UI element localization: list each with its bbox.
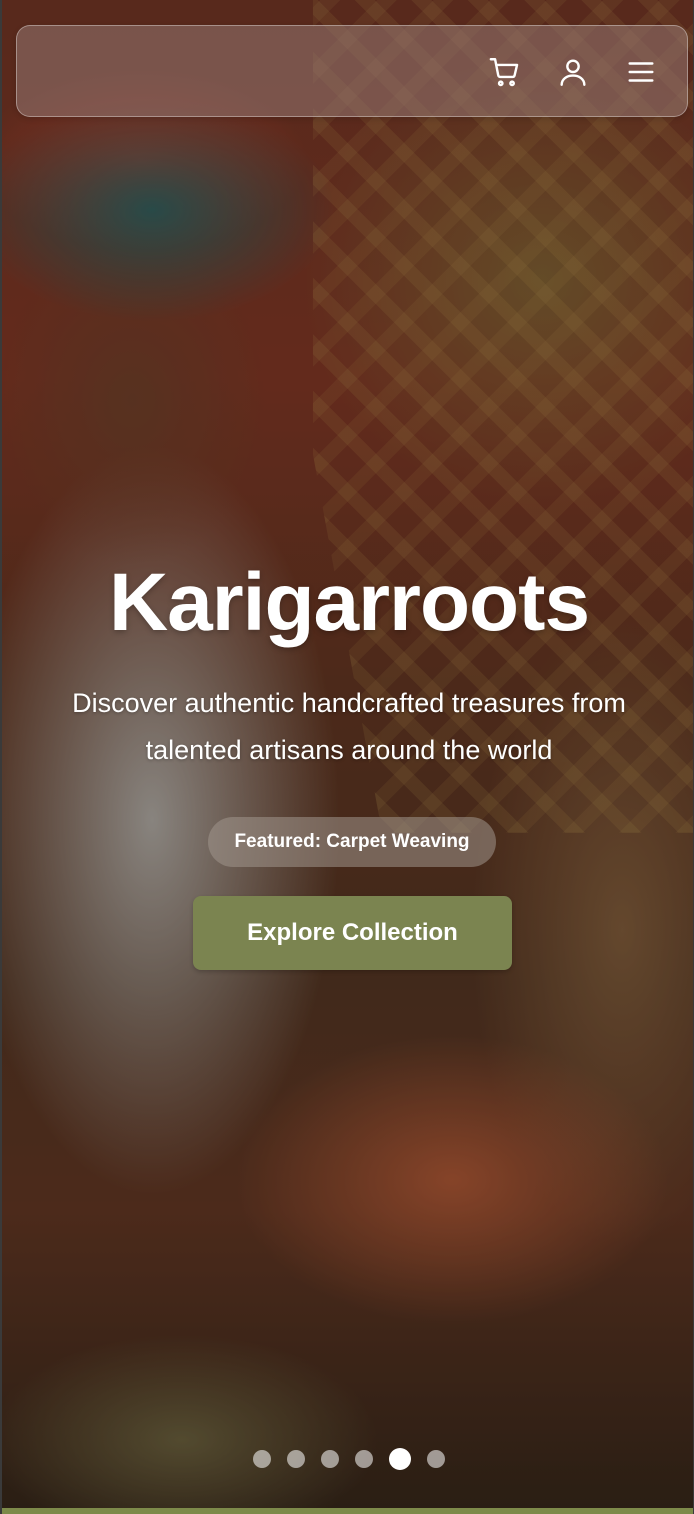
bottom-accent-line: [2, 1508, 693, 1514]
hero-section: Karigarroots Discover authentic handcraf…: [0, 0, 694, 1514]
user-icon: [560, 59, 586, 86]
hero-subtitle: Discover authentic handcrafted treasures…: [72, 688, 626, 765]
featured-badge: Featured: Carpet Weaving: [208, 817, 496, 867]
account-button[interactable]: [551, 54, 595, 90]
carousel-dot[interactable]: [427, 1450, 445, 1468]
menu-icon: [628, 62, 654, 82]
cart-icon: [489, 58, 519, 87]
carousel-indicators: [2, 1448, 693, 1470]
cart-button[interactable]: [483, 54, 527, 90]
explore-collection-button[interactable]: Explore Collection: [193, 896, 512, 970]
carousel-dot[interactable]: [355, 1450, 373, 1468]
carousel-dot[interactable]: [287, 1450, 305, 1468]
carousel-dot[interactable]: [321, 1450, 339, 1468]
carousel-dot[interactable]: [389, 1448, 411, 1470]
hero-title: Karigarroots: [108, 557, 590, 648]
menu-button[interactable]: [619, 54, 663, 90]
top-navigation-bar: [16, 25, 688, 117]
header-actions: [483, 54, 663, 90]
carousel-dot[interactable]: [253, 1450, 271, 1468]
